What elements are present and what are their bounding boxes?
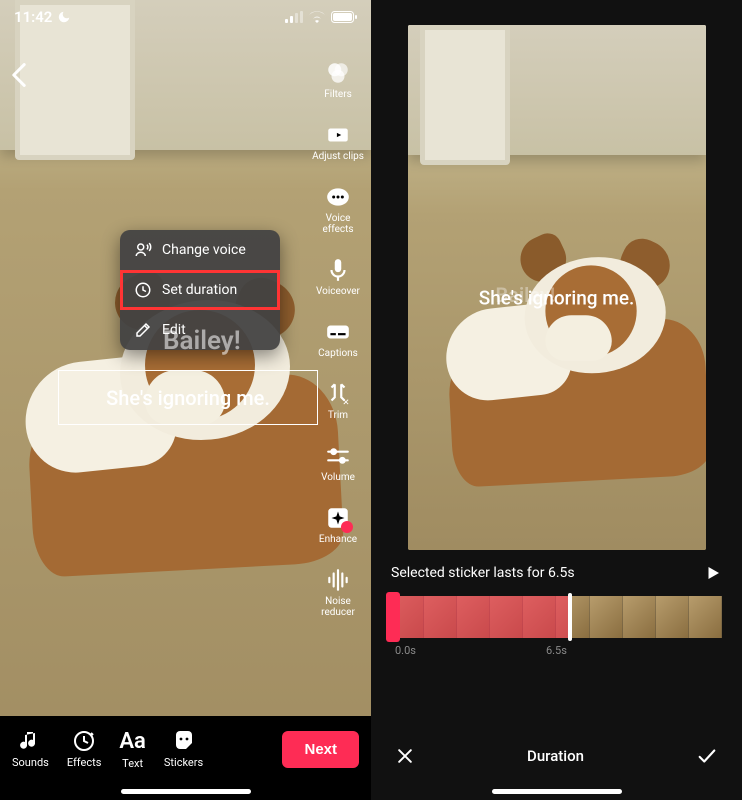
sounds-icon	[18, 729, 42, 753]
home-indicator	[121, 789, 251, 794]
effects-icon	[72, 729, 96, 753]
trim-icon: ✕	[325, 381, 351, 407]
preview-text: She's ignoring me.	[479, 287, 635, 310]
timeline-end-label: 6.5s	[546, 644, 567, 657]
ctx-change-voice[interactable]: Change voice	[120, 230, 280, 270]
tool-label: Captions	[318, 348, 358, 359]
tool-enhance[interactable]: Enhance	[311, 505, 365, 545]
overlay-text-faded[interactable]: Bailey!	[163, 326, 241, 356]
duration-title: Duration	[527, 747, 584, 765]
timeline-start-label: 0.0s	[395, 644, 416, 657]
captions-icon	[325, 319, 351, 345]
status-bar: 11:42	[0, 0, 371, 34]
enhance-enabled-badge	[341, 521, 353, 533]
tool-label: Volume	[321, 472, 355, 483]
voice-effects-icon	[325, 184, 351, 210]
btool-label: Text	[122, 757, 143, 770]
ctx-label: Set duration	[162, 282, 237, 298]
duration-message-row: Selected sticker lasts for 6.5s	[371, 550, 742, 590]
tool-filters[interactable]: Filters	[311, 60, 365, 100]
next-button[interactable]: Next	[282, 731, 359, 768]
svg-text:✕: ✕	[342, 398, 349, 407]
cancel-button[interactable]	[395, 746, 415, 766]
tool-captions[interactable]: Captions	[311, 319, 365, 359]
edit-icon	[134, 321, 152, 339]
video-preview[interactable]: Bailey! She's ignoring me.	[408, 25, 706, 550]
btool-text[interactable]: Aa Text	[119, 729, 146, 770]
confirm-button[interactable]	[696, 745, 718, 767]
status-time: 11:42	[14, 8, 52, 26]
btool-stickers[interactable]: Stickers	[164, 729, 203, 769]
tool-label: Noise reducer	[311, 596, 365, 618]
back-button[interactable]	[10, 62, 28, 88]
play-button[interactable]	[704, 564, 722, 582]
tool-trim[interactable]: ✕ Trim	[311, 381, 365, 421]
btool-effects[interactable]: Effects	[67, 729, 102, 769]
tool-label: Voiceover	[316, 286, 360, 297]
tool-label: Filters	[324, 89, 352, 100]
enhance-icon	[325, 505, 351, 531]
moon-icon	[57, 10, 71, 24]
voiceover-icon	[325, 257, 351, 283]
text-icon: Aa	[119, 729, 146, 754]
tool-label: Adjust clips	[312, 151, 364, 162]
btool-label: Sounds	[12, 756, 49, 769]
volume-icon	[325, 443, 351, 469]
tool-adjust-clips[interactable]: Adjust clips	[311, 122, 365, 162]
tool-voiceover[interactable]: Voiceover	[311, 257, 365, 297]
editor-screen: 11:42 Filters Adjust clips	[0, 0, 371, 800]
btool-sounds[interactable]: Sounds	[12, 729, 49, 769]
duration-screen: Bailey! She's ignoring me. Selected stic…	[371, 0, 742, 800]
duration-timeline[interactable]	[391, 596, 722, 638]
btool-label: Stickers	[164, 756, 203, 769]
timeline-selection	[391, 596, 570, 638]
edit-tool-column: Filters Adjust clips Voice effects Voice…	[311, 60, 365, 618]
stickers-icon	[172, 729, 196, 753]
tool-volume[interactable]: Volume	[311, 443, 365, 483]
tool-label: Voice effects	[311, 213, 365, 235]
btool-label: Effects	[67, 756, 102, 769]
clock-icon	[134, 281, 152, 299]
tool-noise-reducer[interactable]: Noise reducer	[311, 567, 365, 618]
battery-icon	[331, 11, 357, 23]
ctx-set-duration[interactable]: Set duration	[120, 270, 280, 310]
timeline-handle-start[interactable]	[386, 592, 400, 642]
tool-label: Enhance	[319, 534, 357, 545]
timeline-handle-end[interactable]	[568, 593, 572, 641]
adjust-clips-icon	[325, 122, 351, 148]
tool-voice-effects[interactable]: Voice effects	[311, 184, 365, 235]
home-indicator	[492, 789, 622, 794]
duration-bottom-bar: Duration	[371, 730, 742, 800]
voice-icon	[134, 241, 152, 259]
wifi-icon	[309, 11, 325, 23]
ctx-label: Change voice	[162, 242, 246, 258]
duration-message: Selected sticker lasts for 6.5s	[391, 565, 575, 581]
tool-label: Trim	[328, 410, 348, 421]
bottom-toolbar: Sounds Effects Aa Text Stickers Next	[0, 716, 371, 800]
overlay-text-active[interactable]: She's ignoring me.	[58, 370, 318, 425]
signal-icon	[285, 11, 303, 23]
overlay-text-active-label: She's ignoring me.	[106, 386, 270, 410]
filters-icon	[325, 60, 351, 86]
noise-reducer-icon	[325, 567, 351, 593]
